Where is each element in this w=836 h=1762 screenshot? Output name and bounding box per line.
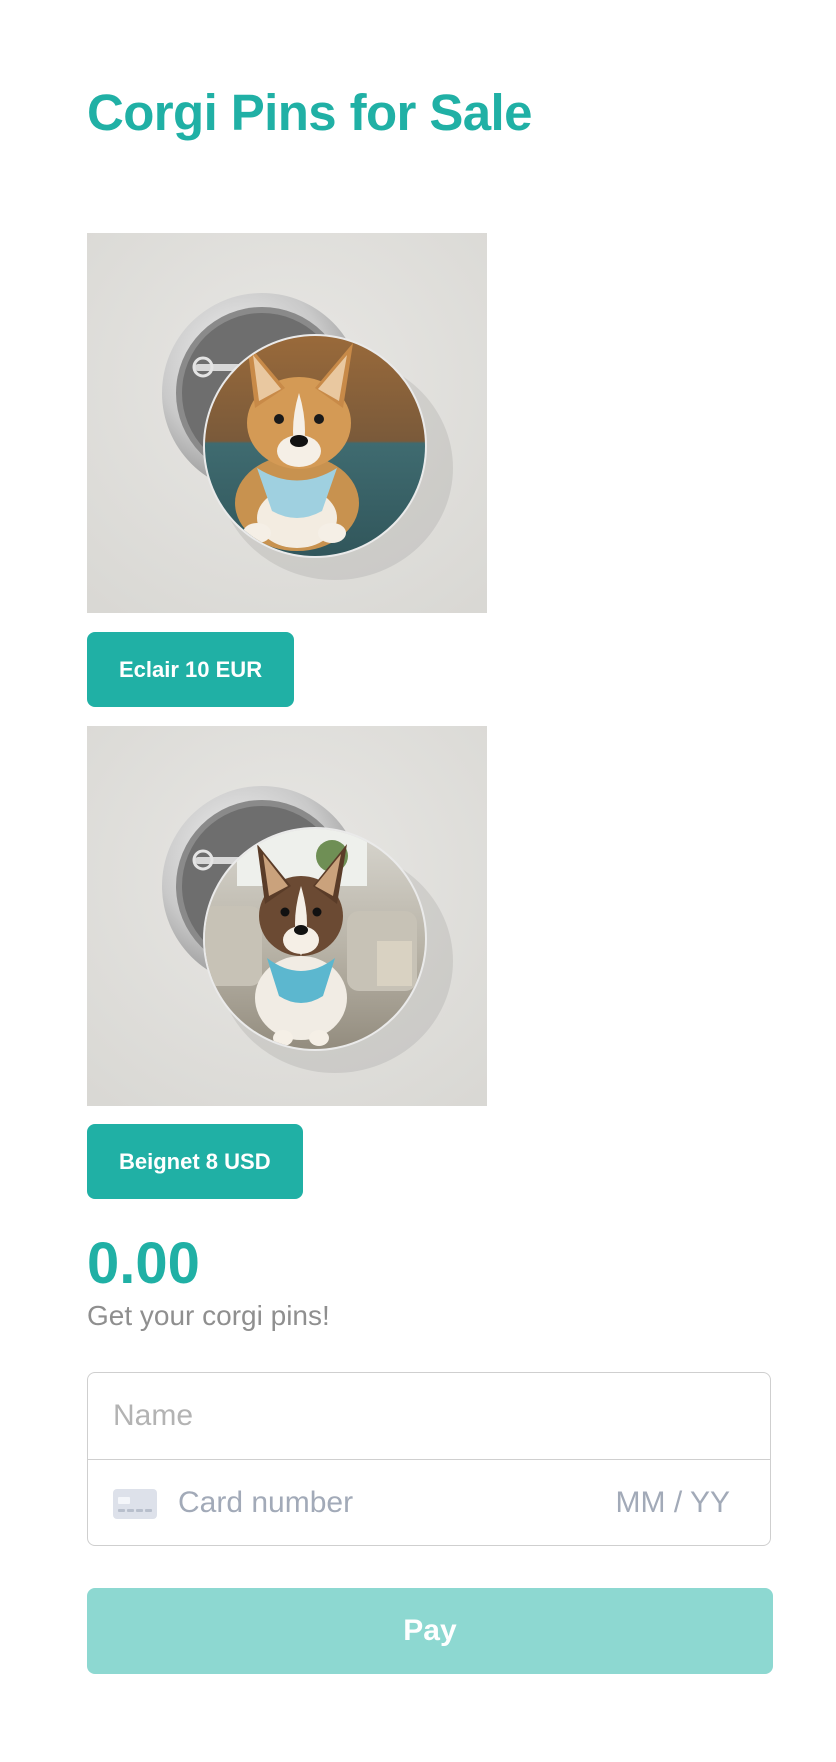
card-number-field[interactable]: [178, 1460, 538, 1545]
page-title: Corgi Pins for Sale: [87, 84, 532, 141]
card-details-row: [88, 1460, 770, 1545]
payment-form: [87, 1372, 771, 1546]
checkout-subtitle: Get your corgi pins!: [87, 1300, 330, 1331]
corgi-pin-beignet-image: [87, 726, 487, 1106]
name-field[interactable]: [88, 1373, 770, 1460]
corgi-pin-eclair-image: [87, 233, 487, 613]
product-image-eclair: [87, 233, 487, 613]
total-amount: 0.00: [87, 1231, 200, 1296]
product-button-eclair[interactable]: Eclair 10 EUR: [87, 632, 295, 707]
product-image-beignet: [87, 726, 487, 1106]
card-expiry-field[interactable]: [590, 1460, 730, 1545]
product-button-beignet[interactable]: Beignet 8 USD: [87, 1124, 303, 1199]
pay-button[interactable]: Pay: [87, 1588, 773, 1674]
credit-card-icon: [113, 1489, 157, 1519]
